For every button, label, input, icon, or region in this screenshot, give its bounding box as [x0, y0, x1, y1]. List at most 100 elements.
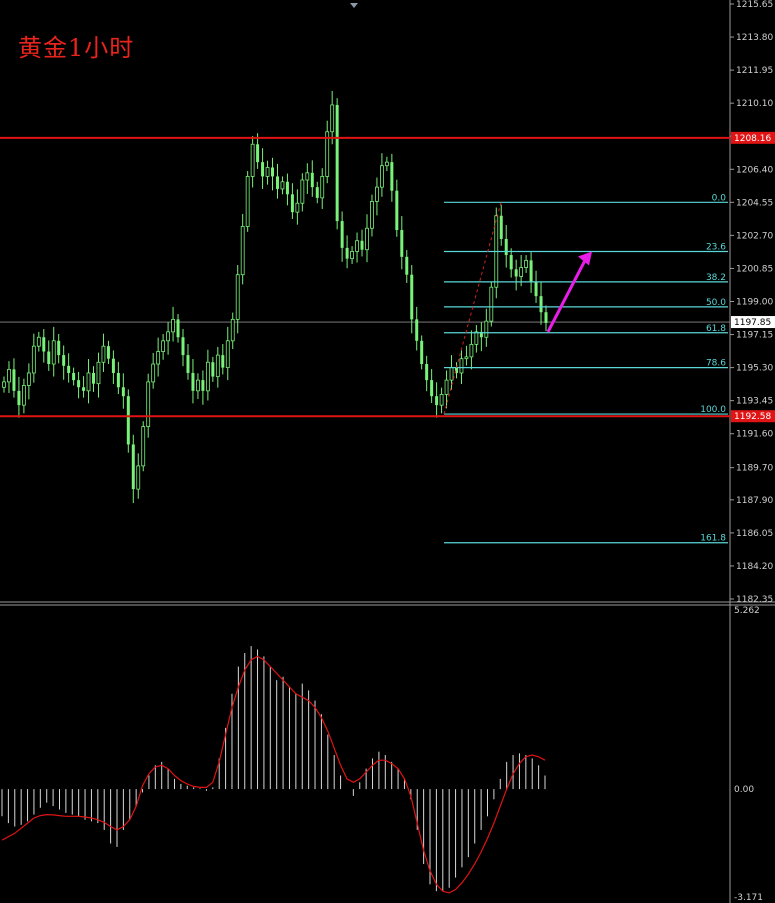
candle-body-down: [539, 296, 543, 313]
candle-body-down: [430, 380, 434, 397]
price-tick-label: 1204.55: [736, 198, 773, 208]
candle-body-down: [290, 194, 294, 213]
candle-body-up: [196, 379, 200, 392]
level-price-label: 1208.16: [734, 134, 771, 144]
candle-body-up: [484, 320, 489, 338]
price-tick-label: 1215.65: [736, 0, 773, 10]
candle-body-up: [350, 251, 354, 260]
candle-body-up: [355, 240, 359, 252]
candle-body-up: [166, 331, 170, 342]
price-tick-label: 1200.85: [736, 264, 773, 274]
candle-body-up: [250, 143, 255, 177]
macd-tick-label: 0.00: [734, 785, 754, 795]
candle-body-down: [186, 355, 190, 373]
candle-body-down: [82, 387, 86, 391]
price-tick-label: 1199.00: [736, 298, 773, 308]
fib-level-label: 38.2: [706, 273, 726, 283]
candle-body-down: [271, 167, 275, 177]
candle-body-down: [534, 281, 538, 297]
fib-level-label: 0.0: [712, 193, 727, 203]
candle-body-down: [410, 274, 414, 320]
candle-body-down: [131, 444, 135, 490]
level-price-label: 1192.58: [734, 412, 771, 422]
price-tick-label: 1213.80: [736, 33, 773, 43]
candle-body-down: [261, 162, 265, 177]
candle-body-up: [449, 367, 454, 381]
candle-body-down: [275, 176, 279, 189]
candle-body-up: [7, 368, 11, 383]
candle-body-up: [245, 176, 250, 227]
candle-body-up: [439, 394, 444, 406]
price-tick-label: 1211.95: [736, 66, 773, 76]
candle-body-down: [211, 362, 215, 377]
candle-body-up: [320, 176, 325, 199]
macd-tick-label: -3.171: [734, 893, 763, 903]
candle-body-up: [459, 358, 464, 374]
candle-body-up: [161, 340, 166, 352]
candle-body-up: [280, 181, 285, 190]
candle-body-up: [86, 372, 91, 392]
price-tick-label: 1189.70: [736, 464, 773, 474]
candle-body-down: [57, 340, 61, 356]
candle-body-up: [444, 379, 449, 395]
price-tick-label: 1197.15: [736, 331, 773, 341]
candle-body-up: [330, 104, 335, 133]
candle-body-up: [36, 336, 41, 347]
candle-body-down: [425, 364, 429, 381]
candle-body-up: [31, 345, 36, 374]
candle-body-up: [295, 202, 300, 213]
candle-body-down: [315, 187, 319, 198]
candle-body-down: [92, 372, 96, 384]
price-tick-label: 1206.40: [736, 165, 773, 175]
candle-body-down: [499, 215, 503, 239]
candle-body-up: [101, 345, 106, 363]
candle-body-up: [225, 340, 230, 369]
candle-body-down: [62, 355, 66, 366]
macd-signal-line: [1, 655, 546, 894]
candle-body-up: [26, 372, 31, 386]
candle-body-down: [12, 369, 16, 391]
price-tick-label: 1184.20: [736, 562, 773, 572]
price-tick-label: 1191.60: [736, 430, 773, 440]
candle-body-up: [151, 363, 156, 383]
price-tick-label: 1182.35: [736, 595, 773, 605]
candle-body-up: [146, 381, 151, 427]
candle-body-up: [240, 226, 245, 276]
candle-body-down: [435, 396, 439, 406]
price-tick-label: 1186.05: [736, 529, 773, 539]
candle-body-down: [191, 372, 195, 391]
candle-body-down: [256, 144, 260, 163]
fib-level-label: 100.0: [700, 405, 726, 415]
candle-body-down: [360, 240, 364, 250]
candle-body-down: [310, 172, 314, 188]
candle-body-down: [390, 162, 394, 191]
candle-body-down: [340, 221, 344, 248]
candle-body-up: [136, 465, 141, 490]
candle-body-up: [235, 274, 240, 320]
candle-body-up: [230, 318, 235, 342]
candle-body-down: [201, 380, 205, 391]
candle-body-up: [375, 186, 379, 202]
candle-body-up: [384, 161, 389, 167]
chart-window: 1215.651213.801211.951210.101208.251206.…: [0, 0, 775, 903]
fib-level-label: 78.6: [706, 359, 726, 369]
candle-body-down: [42, 337, 46, 352]
candle-body-down: [181, 337, 185, 356]
up-arrow-shaft: [546, 257, 588, 333]
candle-body-up: [524, 260, 529, 268]
candle-body-up: [489, 286, 494, 322]
candle-body-down: [335, 104, 339, 222]
candle-body-down: [345, 247, 349, 259]
candle-body-down: [67, 365, 71, 373]
candle-body-up: [370, 201, 374, 229]
price-chart: 1215.651213.801211.951210.101208.251206.…: [0, 0, 775, 903]
candle-body-up: [141, 426, 146, 467]
candle-body-up: [51, 340, 56, 365]
candle-body-down: [17, 390, 21, 406]
candle-body-up: [300, 179, 305, 204]
candle-body-down: [509, 255, 513, 270]
fib-level-label: 23.6: [706, 242, 726, 252]
candle-body-down: [529, 260, 533, 282]
candle-body-down: [121, 387, 125, 397]
candle-body-up: [519, 267, 524, 277]
